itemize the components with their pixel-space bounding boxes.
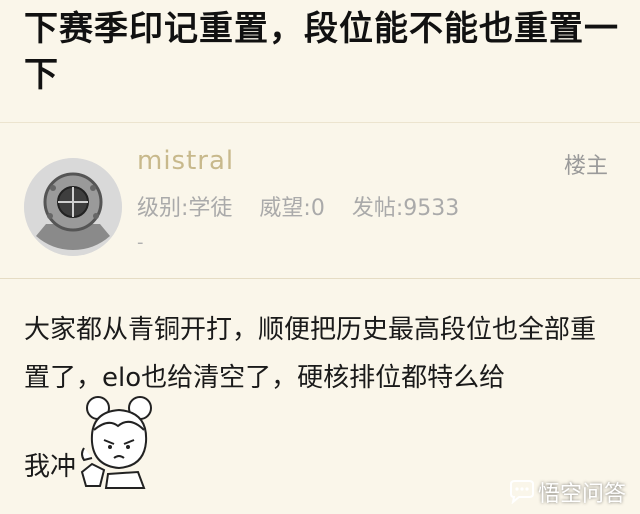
username-link[interactable]: mistral bbox=[137, 146, 234, 176]
divider bbox=[0, 122, 640, 123]
user-post-count: 发帖:9533 bbox=[351, 196, 460, 221]
user-prestige: 威望:0 bbox=[259, 196, 325, 221]
anime-girl-sticker bbox=[80, 396, 152, 489]
divider bbox=[0, 278, 640, 279]
post-title: 下赛季印记重置，段位能不能也重置一下 bbox=[24, 9, 619, 95]
post-content: 大家都从青铜开打，顺便把历史最高段位也全部重置了，elo也给清空了，硬核排位都特… bbox=[24, 315, 597, 393]
user-signature: - bbox=[137, 232, 144, 253]
user-meta: 级别:学徒 威望:0 发帖:9533 bbox=[137, 190, 479, 222]
floor-label: 楼主 bbox=[564, 154, 609, 179]
post-content-last-line: 我冲 bbox=[24, 452, 77, 482]
user-level: 级别:学徒 bbox=[137, 196, 233, 221]
watermark-text: 悟空问答 bbox=[538, 482, 627, 507]
user-avatar[interactable] bbox=[24, 158, 122, 256]
diving-helmet-icon bbox=[24, 158, 122, 256]
chat-bubble-icon bbox=[510, 480, 534, 504]
watermark: 悟空问答 bbox=[508, 476, 626, 508]
